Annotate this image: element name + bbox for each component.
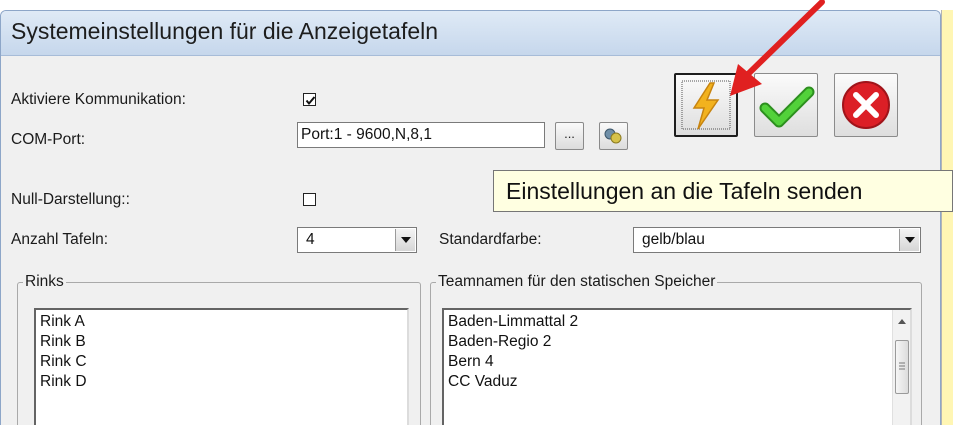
connection-settings-button[interactable] [599, 122, 628, 150]
window-title: Systemeinstellungen für die Anzeigetafel… [11, 18, 439, 44]
null-display-checkbox[interactable] [303, 193, 316, 206]
com-port-field[interactable]: Port:1 - 9600,N,8,1 [297, 122, 545, 148]
list-item[interactable]: Rink C [40, 352, 407, 372]
list-item[interactable]: Baden-Regio 2 [448, 332, 910, 352]
board-count-select[interactable]: 4 [297, 227, 417, 253]
list-item[interactable]: CC Vaduz [448, 372, 910, 392]
cancel-button[interactable] [834, 73, 898, 137]
board-count-dropdown-button[interactable] [395, 229, 415, 251]
rinks-legend: Rinks [25, 273, 64, 290]
list-item[interactable]: Rink D [40, 372, 407, 392]
list-item[interactable]: Rink A [40, 312, 407, 332]
chevron-down-icon [401, 237, 411, 243]
null-display-label: Null-Darstellung:: [11, 191, 130, 208]
standard-color-dropdown-button[interactable] [899, 229, 919, 251]
list-item[interactable]: Baden-Limmattal 2 [448, 312, 910, 332]
grip-icon [899, 362, 905, 370]
chevron-down-icon [905, 237, 915, 243]
cancel-icon [842, 81, 890, 129]
scrollbar-thumb[interactable] [895, 340, 909, 394]
teams-scrollbar[interactable] [892, 310, 910, 425]
activate-communication-checkbox[interactable] [303, 93, 316, 106]
board-count-label: Anzahl Tafeln: [11, 231, 109, 248]
browse-button[interactable]: ... [555, 122, 584, 150]
background-window-edge [941, 10, 953, 425]
standard-color-value: gelb/blau [642, 231, 705, 248]
board-count-value: 4 [306, 231, 315, 248]
scroll-up-icon[interactable] [893, 314, 911, 328]
checkmark-glyph [305, 96, 316, 106]
standard-color-label: Standardfarbe: [439, 231, 542, 248]
com-port-label: COM-Port: [11, 131, 86, 148]
teams-legend: Teamnamen für den statischen Speicher [438, 273, 716, 290]
list-item[interactable]: Bern 4 [448, 352, 910, 372]
red-arrow [730, 0, 825, 96]
teams-list[interactable]: Baden-Limmattal 2 Baden-Regio 2 Bern 4 CC V… [442, 308, 912, 425]
list-item[interactable]: Rink B [40, 332, 407, 352]
activate-communication-label: Aktiviere Kommunikation: [11, 91, 186, 108]
standard-color-select[interactable]: gelb/blau [633, 227, 921, 253]
rinks-list[interactable]: Rink A Rink B Rink C Rink D [34, 308, 409, 425]
send-button-tooltip: Einstellungen an die Tafeln senden [493, 170, 953, 212]
connection-icon [604, 128, 622, 144]
